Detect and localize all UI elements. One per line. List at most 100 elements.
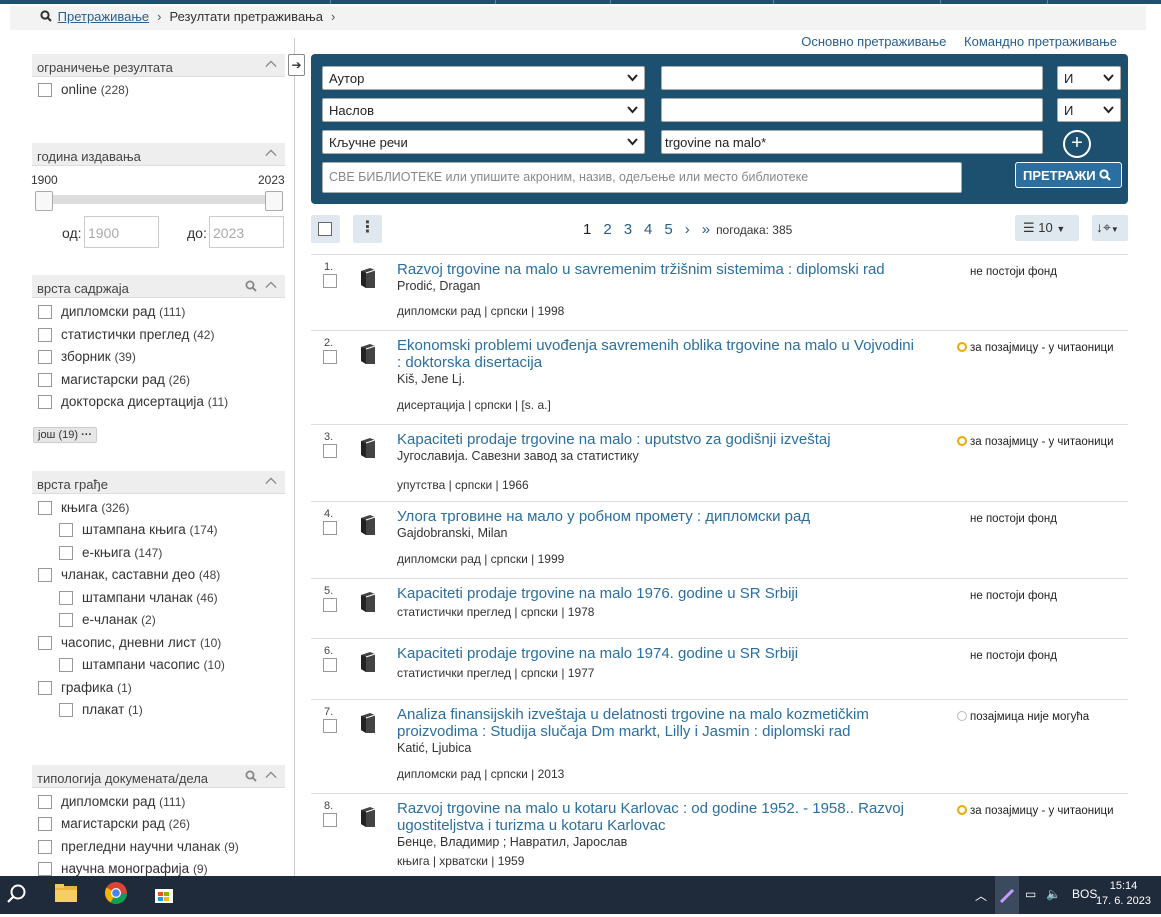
volume-icon[interactable]: 🔈 bbox=[1046, 887, 1061, 901]
checkbox[interactable] bbox=[59, 613, 73, 627]
result-checkbox[interactable] bbox=[323, 658, 337, 672]
page-1[interactable]: 1 bbox=[583, 221, 591, 238]
actions-menu-button[interactable]: ⋮ bbox=[353, 215, 382, 243]
result-title-link[interactable]: Ekonomski problemi uvođenja savremenih o… bbox=[397, 337, 914, 371]
clock[interactable]: 15:14 17. 6. 2023 bbox=[1096, 879, 1151, 909]
filter-item[interactable]: штампани часопис (10) bbox=[32, 656, 285, 679]
year-to-input[interactable]: 2023 bbox=[209, 216, 284, 248]
breadcrumb-search-link[interactable]: Претраживање bbox=[58, 9, 150, 24]
checkbox[interactable] bbox=[38, 794, 52, 809]
per-page-button[interactable]: ☰ 10 ▼ bbox=[1015, 215, 1079, 241]
result-checkbox[interactable] bbox=[323, 521, 337, 535]
year-slider-track[interactable] bbox=[36, 195, 281, 204]
result-title-link[interactable]: Улога трговине на мало у робном промету … bbox=[397, 508, 810, 525]
checkbox[interactable] bbox=[38, 350, 52, 364]
result-title-link[interactable]: Razvoj trgovine na malo u savremenim trž… bbox=[397, 261, 885, 278]
checkbox[interactable] bbox=[59, 590, 73, 605]
filter-item[interactable]: чланак, саставни део (48) bbox=[32, 566, 285, 589]
result-checkbox[interactable] bbox=[323, 274, 337, 288]
sort-button[interactable]: ↓⌖▼ bbox=[1092, 215, 1128, 241]
result-checkbox[interactable] bbox=[323, 598, 337, 612]
basic-search-link[interactable]: Основно претраживање bbox=[801, 34, 946, 49]
filter-item[interactable]: прегледни научни чланак (9) bbox=[32, 838, 285, 861]
chevron-up-icon[interactable] bbox=[265, 279, 277, 291]
filter-item[interactable]: зборник (39) bbox=[32, 348, 285, 371]
filter-header-content[interactable]: врста садржаја bbox=[32, 275, 285, 298]
last-page-icon[interactable]: » bbox=[702, 221, 710, 238]
filter-item[interactable]: штампани чланак (46) bbox=[32, 589, 285, 612]
checkbox[interactable] bbox=[38, 372, 52, 387]
library-input[interactable]: СВЕ БИБЛИОТЕКЕ или упишите акроним, нази… bbox=[322, 162, 962, 193]
result-checkbox[interactable] bbox=[323, 719, 337, 733]
result-checkbox[interactable] bbox=[323, 350, 337, 364]
filter-item[interactable]: магистарски рад (26) bbox=[32, 371, 285, 394]
checkbox[interactable] bbox=[59, 658, 73, 672]
pen-icon[interactable] bbox=[995, 876, 1019, 914]
chevron-up-icon[interactable] bbox=[265, 147, 277, 159]
filter-item[interactable]: штампана књига (174) bbox=[32, 521, 285, 544]
checkbox[interactable] bbox=[59, 703, 73, 717]
filter-item[interactable]: е-чланак (2) bbox=[32, 611, 285, 634]
filter-item[interactable]: статистички преглед (42) bbox=[32, 326, 285, 349]
search-icon[interactable] bbox=[6, 883, 28, 905]
checkbox[interactable] bbox=[38, 83, 52, 97]
result-title-link[interactable]: Kapaciteti prodaje trgovine na malo 1974… bbox=[397, 645, 798, 662]
checkbox[interactable] bbox=[38, 635, 52, 650]
filter-header-typology[interactable]: типологија докумената/дела bbox=[32, 764, 285, 788]
store-icon[interactable] bbox=[153, 883, 175, 905]
chevron-up-icon[interactable]: ︿ bbox=[975, 887, 987, 904]
checkbox[interactable] bbox=[38, 817, 52, 831]
checkbox[interactable] bbox=[38, 680, 52, 695]
field-select-1[interactable]: Аутор bbox=[322, 66, 645, 90]
filter-item[interactable]: плакат (1) bbox=[32, 701, 285, 724]
field-select-3[interactable]: Кључне речи bbox=[322, 130, 645, 154]
search-icon[interactable] bbox=[245, 280, 257, 292]
checkbox[interactable] bbox=[38, 327, 52, 342]
filter-item-online[interactable]: online (228) bbox=[32, 81, 285, 104]
search-input-1[interactable] bbox=[661, 66, 1043, 90]
checkbox[interactable] bbox=[38, 395, 52, 409]
page-4[interactable]: 4 bbox=[644, 221, 652, 238]
language-indicator[interactable]: BOS bbox=[1072, 887, 1097, 901]
chevron-up-icon[interactable] bbox=[265, 58, 277, 70]
result-title-link[interactable]: Kapaciteti prodaje trgovine na malo : up… bbox=[397, 431, 831, 448]
filter-item[interactable]: књига (326) bbox=[32, 499, 285, 522]
filter-item[interactable]: магистарски рад (26) bbox=[32, 815, 285, 838]
field-select-2[interactable]: Наслов bbox=[322, 98, 645, 122]
checkbox[interactable] bbox=[38, 500, 52, 515]
next-page-icon[interactable]: › bbox=[685, 221, 690, 238]
more-button[interactable]: још (19) ··· bbox=[33, 426, 98, 443]
filter-item[interactable]: научна монографија (9) bbox=[32, 860, 285, 876]
result-checkbox[interactable] bbox=[323, 813, 337, 827]
network-icon[interactable]: ▭ bbox=[1025, 887, 1036, 901]
chevron-up-icon[interactable] bbox=[265, 475, 277, 487]
filter-item[interactable]: е-књига (147) bbox=[32, 544, 285, 567]
year-from-input[interactable]: 1900 bbox=[84, 216, 159, 248]
chevron-up-icon[interactable] bbox=[265, 769, 277, 781]
year-slider-handle-min[interactable] bbox=[35, 191, 53, 211]
filter-header-limit[interactable]: ограничење резултата bbox=[32, 54, 285, 77]
chrome-icon[interactable] bbox=[104, 881, 128, 905]
search-input-2[interactable] bbox=[661, 98, 1043, 122]
filter-header-material[interactable]: врста грађе bbox=[32, 470, 285, 494]
filter-header-year[interactable]: година издавања bbox=[32, 142, 285, 166]
search-input-3[interactable]: trgovine na malo* bbox=[661, 130, 1043, 154]
checkbox[interactable] bbox=[38, 839, 52, 854]
filter-item[interactable]: часопис, дневни лист (10) bbox=[32, 634, 285, 657]
operator-select-1[interactable]: И bbox=[1057, 66, 1121, 90]
page-3[interactable]: 3 bbox=[624, 221, 632, 238]
filter-item[interactable]: дипломски рад (111) bbox=[32, 303, 285, 326]
checkbox[interactable] bbox=[38, 568, 52, 582]
result-checkbox[interactable] bbox=[323, 444, 337, 458]
checkbox[interactable] bbox=[38, 305, 52, 319]
operator-select-2[interactable]: И bbox=[1057, 98, 1121, 122]
search-button[interactable]: ПРЕТРАЖИ bbox=[1015, 162, 1122, 188]
result-title-link[interactable]: Razvoj trgovine na malo u kotaru Karlova… bbox=[397, 800, 904, 834]
filter-item[interactable]: дипломски рад (111) bbox=[32, 793, 285, 816]
search-icon[interactable] bbox=[245, 770, 257, 782]
file-explorer-icon[interactable] bbox=[54, 882, 78, 904]
add-row-button[interactable]: + bbox=[1063, 130, 1091, 158]
result-title-link[interactable]: Kapaciteti prodaje trgovine na malo 1976… bbox=[397, 585, 798, 602]
checkbox[interactable] bbox=[59, 523, 73, 537]
checkbox[interactable] bbox=[59, 545, 73, 560]
